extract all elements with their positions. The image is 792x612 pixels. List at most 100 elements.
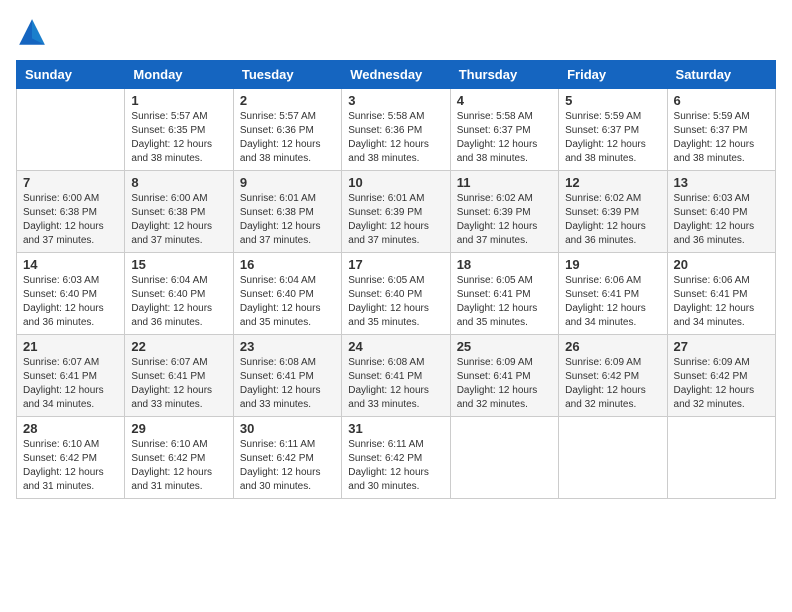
calendar-header-row: SundayMondayTuesdayWednesdayThursdayFrid… — [17, 61, 776, 89]
calendar-cell: 2 Sunrise: 5:57 AMSunset: 6:36 PMDaylight… — [233, 89, 341, 171]
calendar-cell: 24 Sunrise: 6:08 AMSunset: 6:41 PMDayligh… — [342, 335, 450, 417]
day-number: 26 — [565, 339, 660, 354]
day-number: 19 — [565, 257, 660, 272]
day-info: Sunrise: 6:09 AMSunset: 6:41 PMDaylight:… — [457, 356, 552, 412]
day-number: 7 — [23, 175, 118, 190]
day-number: 15 — [131, 257, 226, 272]
day-info: Sunrise: 6:01 AMSunset: 6:38 PMDaylight:… — [240, 192, 335, 248]
day-info: Sunrise: 6:04 AMSunset: 6:40 PMDaylight:… — [240, 274, 335, 330]
day-info: Sunrise: 6:09 AMSunset: 6:42 PMDaylight:… — [674, 356, 769, 412]
day-info: Sunrise: 6:10 AMSunset: 6:42 PMDaylight:… — [23, 438, 118, 494]
page-header — [16, 16, 776, 48]
day-info: Sunrise: 6:00 AMSunset: 6:38 PMDaylight:… — [23, 192, 118, 248]
calendar-cell: 4 Sunrise: 5:58 AMSunset: 6:37 PMDaylight… — [450, 89, 558, 171]
day-number: 3 — [348, 93, 443, 108]
day-info: Sunrise: 6:03 AMSunset: 6:40 PMDaylight:… — [674, 192, 769, 248]
calendar-cell: 9 Sunrise: 6:01 AMSunset: 6:38 PMDaylight… — [233, 171, 341, 253]
day-info: Sunrise: 6:06 AMSunset: 6:41 PMDaylight:… — [674, 274, 769, 330]
day-info: Sunrise: 6:10 AMSunset: 6:42 PMDaylight:… — [131, 438, 226, 494]
calendar-cell: 27 Sunrise: 6:09 AMSunset: 6:42 PMDayligh… — [667, 335, 775, 417]
day-info: Sunrise: 5:59 AMSunset: 6:37 PMDaylight:… — [565, 110, 660, 166]
day-info: Sunrise: 6:05 AMSunset: 6:40 PMDaylight:… — [348, 274, 443, 330]
day-number: 21 — [23, 339, 118, 354]
day-info: Sunrise: 5:58 AMSunset: 6:36 PMDaylight:… — [348, 110, 443, 166]
calendar-cell: 20 Sunrise: 6:06 AMSunset: 6:41 PMDayligh… — [667, 253, 775, 335]
day-info: Sunrise: 6:08 AMSunset: 6:41 PMDaylight:… — [240, 356, 335, 412]
calendar-cell: 8 Sunrise: 6:00 AMSunset: 6:38 PMDaylight… — [125, 171, 233, 253]
calendar-week-row: 1 Sunrise: 5:57 AMSunset: 6:35 PMDaylight… — [17, 89, 776, 171]
calendar-cell: 19 Sunrise: 6:06 AMSunset: 6:41 PMDayligh… — [559, 253, 667, 335]
calendar-cell: 1 Sunrise: 5:57 AMSunset: 6:35 PMDaylight… — [125, 89, 233, 171]
calendar-cell: 14 Sunrise: 6:03 AMSunset: 6:40 PMDayligh… — [17, 253, 125, 335]
day-number: 9 — [240, 175, 335, 190]
day-info: Sunrise: 6:09 AMSunset: 6:42 PMDaylight:… — [565, 356, 660, 412]
day-number: 13 — [674, 175, 769, 190]
calendar-cell: 3 Sunrise: 5:58 AMSunset: 6:36 PMDaylight… — [342, 89, 450, 171]
day-number: 8 — [131, 175, 226, 190]
day-info: Sunrise: 6:01 AMSunset: 6:39 PMDaylight:… — [348, 192, 443, 248]
day-number: 20 — [674, 257, 769, 272]
calendar-cell: 11Sunrise: 6:02 AMSunset: 6:39 PMDayligh… — [450, 171, 558, 253]
day-number: 28 — [23, 421, 118, 436]
day-info: Sunrise: 5:58 AMSunset: 6:37 PMDaylight:… — [457, 110, 552, 166]
day-info: Sunrise: 5:57 AMSunset: 6:36 PMDaylight:… — [240, 110, 335, 166]
day-info: Sunrise: 6:07 AMSunset: 6:41 PMDaylight:… — [131, 356, 226, 412]
col-header-tuesday: Tuesday — [233, 61, 341, 89]
day-number: 31 — [348, 421, 443, 436]
calendar-cell: 28 Sunrise: 6:10 AMSunset: 6:42 PMDayligh… — [17, 417, 125, 499]
calendar-cell: 10Sunrise: 6:01 AMSunset: 6:39 PMDayligh… — [342, 171, 450, 253]
calendar-cell: 21Sunrise: 6:07 AMSunset: 6:41 PMDayligh… — [17, 335, 125, 417]
logo — [16, 16, 52, 48]
day-number: 29 — [131, 421, 226, 436]
calendar-cell: 31 Sunrise: 6:11 AMSunset: 6:42 PMDayligh… — [342, 417, 450, 499]
day-info: Sunrise: 6:04 AMSunset: 6:40 PMDaylight:… — [131, 274, 226, 330]
calendar-week-row: 7 Sunrise: 6:00 AMSunset: 6:38 PMDaylight… — [17, 171, 776, 253]
calendar-cell: 15 Sunrise: 6:04 AMSunset: 6:40 PMDayligh… — [125, 253, 233, 335]
col-header-wednesday: Wednesday — [342, 61, 450, 89]
day-info: Sunrise: 6:06 AMSunset: 6:41 PMDaylight:… — [565, 274, 660, 330]
calendar-cell: 25 Sunrise: 6:09 AMSunset: 6:41 PMDayligh… — [450, 335, 558, 417]
day-info: Sunrise: 6:03 AMSunset: 6:40 PMDaylight:… — [23, 274, 118, 330]
day-number: 1 — [131, 93, 226, 108]
day-number: 14 — [23, 257, 118, 272]
col-header-monday: Monday — [125, 61, 233, 89]
day-number: 2 — [240, 93, 335, 108]
day-number: 23 — [240, 339, 335, 354]
day-info: Sunrise: 6:11 AMSunset: 6:42 PMDaylight:… — [348, 438, 443, 494]
day-number: 22 — [131, 339, 226, 354]
day-number: 11 — [457, 175, 552, 190]
day-info: Sunrise: 5:57 AMSunset: 6:35 PMDaylight:… — [131, 110, 226, 166]
calendar-cell: 22 Sunrise: 6:07 AMSunset: 6:41 PMDayligh… — [125, 335, 233, 417]
day-info: Sunrise: 6:08 AMSunset: 6:41 PMDaylight:… — [348, 356, 443, 412]
day-number: 16 — [240, 257, 335, 272]
col-header-friday: Friday — [559, 61, 667, 89]
col-header-sunday: Sunday — [17, 61, 125, 89]
day-number: 27 — [674, 339, 769, 354]
calendar-cell: 26 Sunrise: 6:09 AMSunset: 6:42 PMDayligh… — [559, 335, 667, 417]
calendar-cell: 7 Sunrise: 6:00 AMSunset: 6:38 PMDaylight… — [17, 171, 125, 253]
calendar-cell: 17 Sunrise: 6:05 AMSunset: 6:40 PMDayligh… — [342, 253, 450, 335]
day-number: 12 — [565, 175, 660, 190]
calendar-cell: 23 Sunrise: 6:08 AMSunset: 6:41 PMDayligh… — [233, 335, 341, 417]
day-number: 4 — [457, 93, 552, 108]
day-info: Sunrise: 6:05 AMSunset: 6:41 PMDaylight:… — [457, 274, 552, 330]
calendar-cell — [17, 89, 125, 171]
day-info: Sunrise: 6:11 AMSunset: 6:42 PMDaylight:… — [240, 438, 335, 494]
day-number: 25 — [457, 339, 552, 354]
calendar-cell: 16 Sunrise: 6:04 AMSunset: 6:40 PMDayligh… — [233, 253, 341, 335]
day-info: Sunrise: 6:00 AMSunset: 6:38 PMDaylight:… — [131, 192, 226, 248]
calendar-cell: 30Sunrise: 6:11 AMSunset: 6:42 PMDayligh… — [233, 417, 341, 499]
col-header-thursday: Thursday — [450, 61, 558, 89]
calendar-cell: 18Sunrise: 6:05 AMSunset: 6:41 PMDayligh… — [450, 253, 558, 335]
calendar-cell: 12Sunrise: 6:02 AMSunset: 6:39 PMDayligh… — [559, 171, 667, 253]
calendar-cell — [559, 417, 667, 499]
calendar-cell — [667, 417, 775, 499]
day-number: 24 — [348, 339, 443, 354]
calendar-cell: 29 Sunrise: 6:10 AMSunset: 6:42 PMDayligh… — [125, 417, 233, 499]
calendar-week-row: 21 Sunrise: 6:07 AMSunset: 6:41 PMDayligh… — [17, 335, 776, 417]
day-number: 5 — [565, 93, 660, 108]
day-info: Sunrise: 5:59 AMSunset: 6:37 PMDaylight:… — [674, 110, 769, 166]
calendar-week-row: 28 Sunrise: 6:10 AMSunset: 6:42 PMDayligh… — [17, 417, 776, 499]
logo-icon — [16, 16, 48, 48]
day-number: 17 — [348, 257, 443, 272]
